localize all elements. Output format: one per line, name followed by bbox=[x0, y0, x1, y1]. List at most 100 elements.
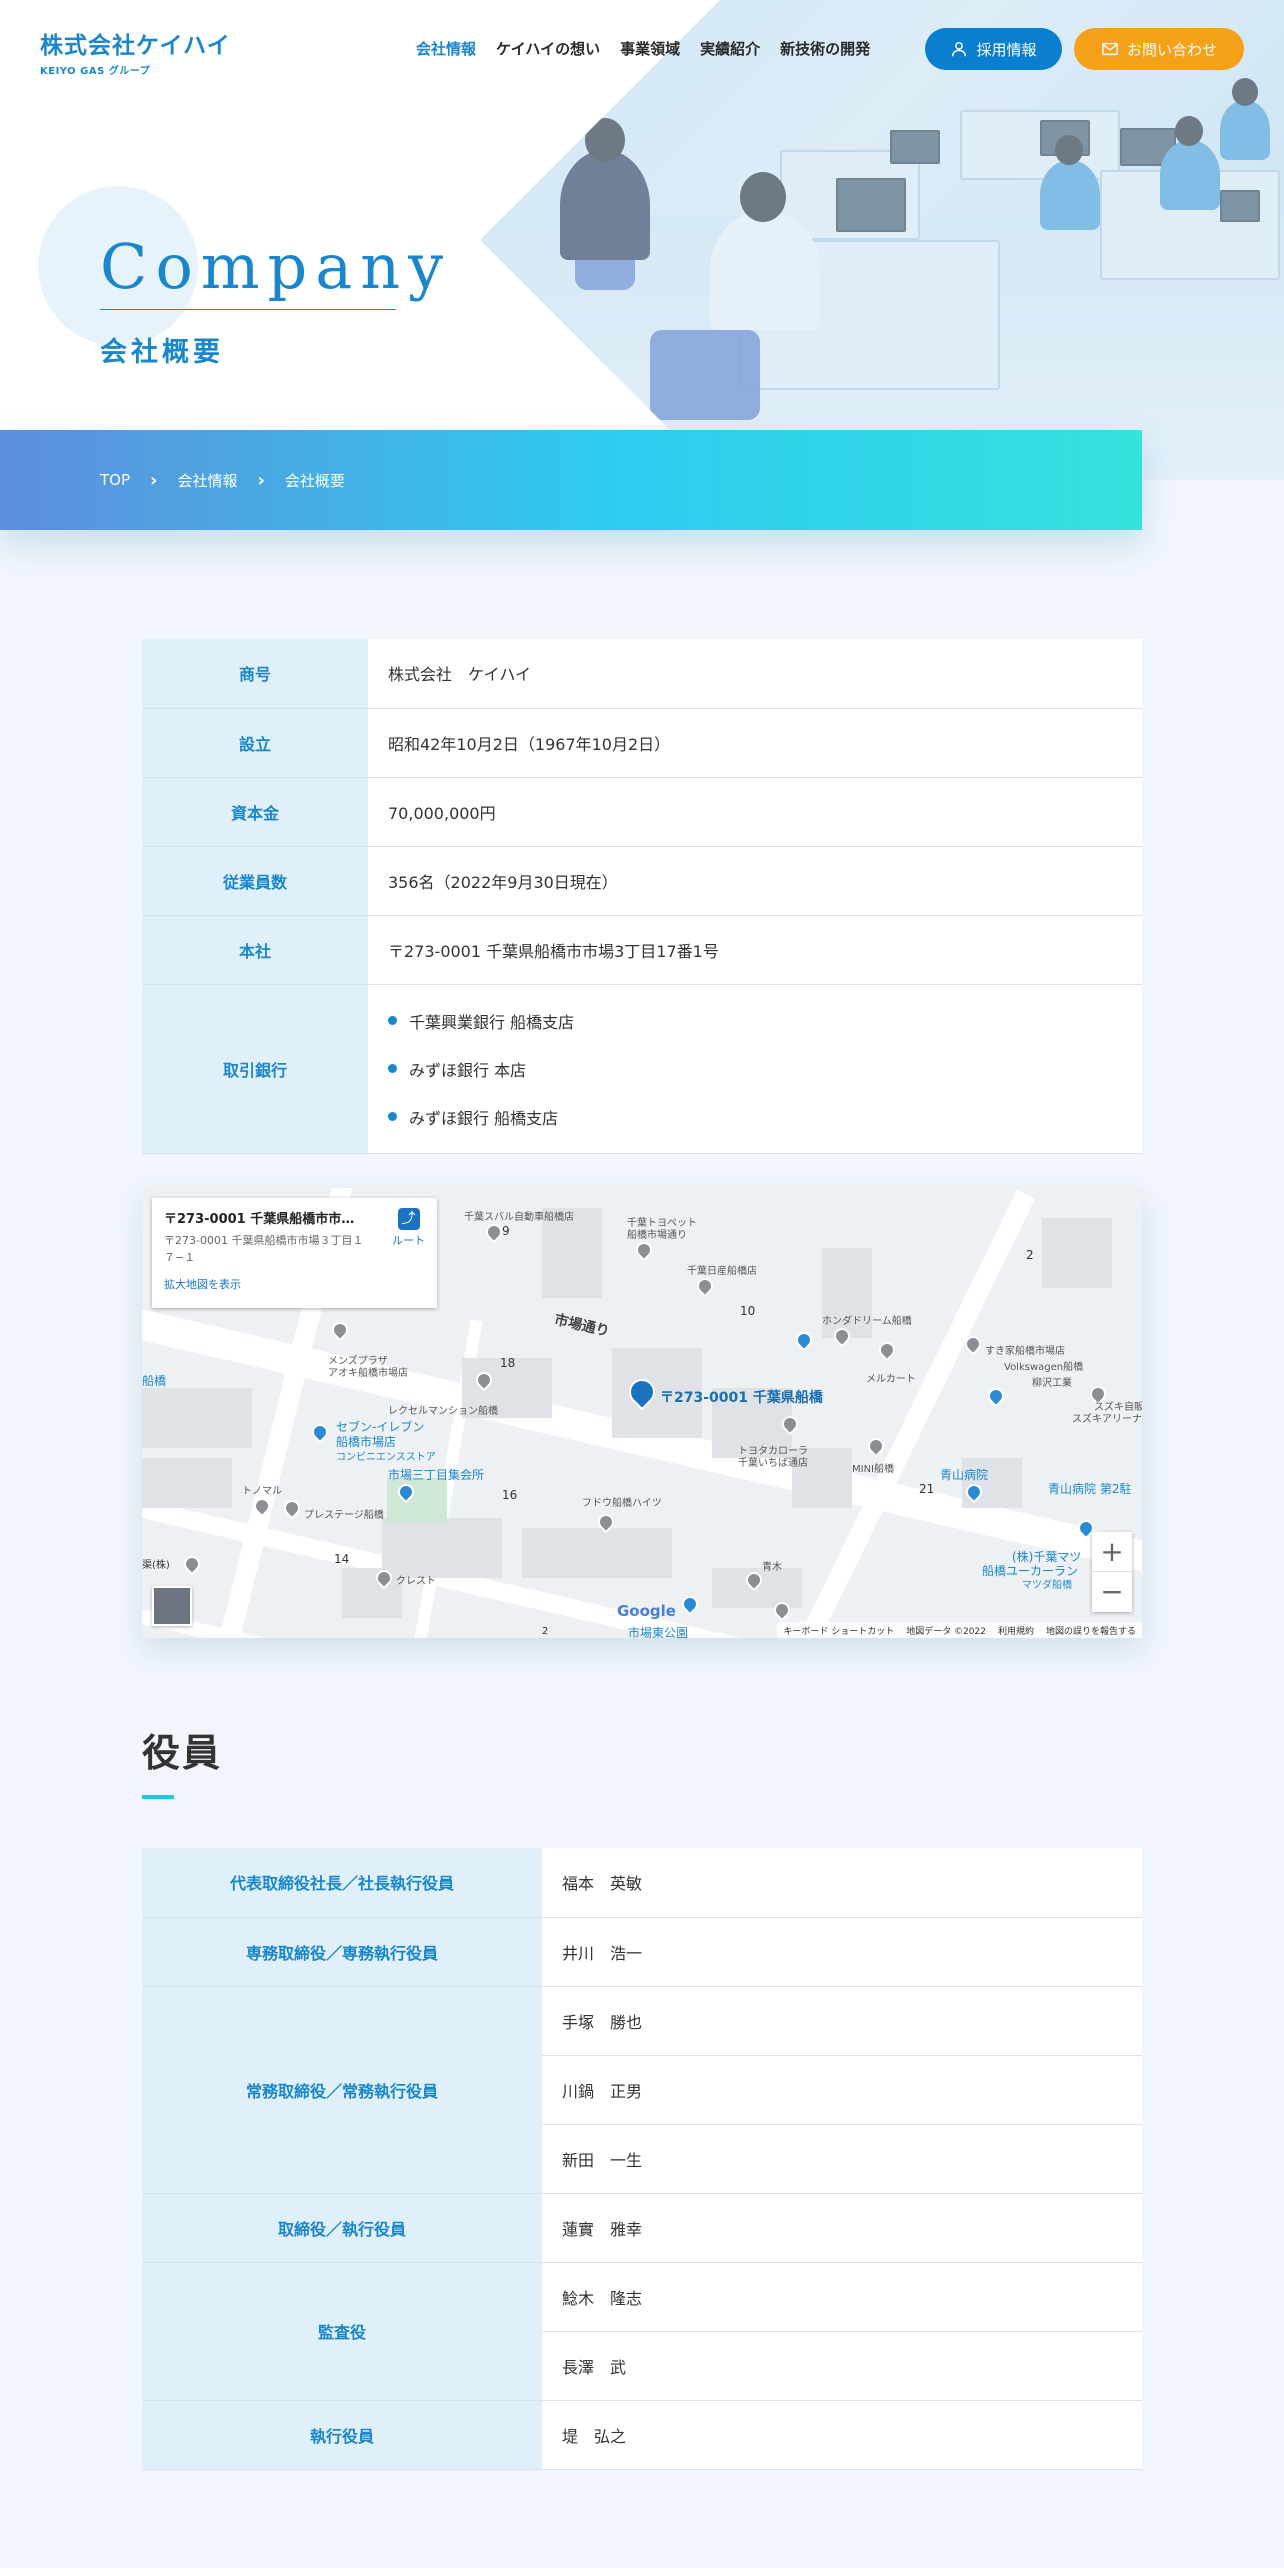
map-label: 青木 bbox=[762, 1562, 782, 1573]
table-row: 常務取締役／常務執行役員 手塚 勝也 bbox=[142, 1986, 1142, 2194]
map-pin-icon[interactable] bbox=[864, 1434, 888, 1458]
table-row: 商号 株式会社 ケイハイ bbox=[142, 639, 1142, 709]
breadcrumb-top[interactable]: TOP bbox=[100, 471, 130, 489]
company-logo[interactable]: 株式会社ケイハイ KEIYO GAS グループ bbox=[40, 26, 231, 77]
breadcrumb-current: 会社概要 bbox=[284, 471, 345, 490]
company-overview-table: 商号 株式会社 ケイハイ 設立 昭和42年10月2日（1967年10月2日） 資… bbox=[142, 639, 1142, 1154]
nav-works[interactable]: 実績紹介 bbox=[700, 38, 760, 59]
map-label: メルカート bbox=[866, 1374, 916, 1385]
park-icon[interactable] bbox=[678, 1592, 702, 1616]
list-item: 千葉興業銀行 船橋支店 bbox=[388, 997, 1142, 1045]
row-value: 70,000,000円 bbox=[368, 777, 1142, 847]
row-value: 昭和42年10月2日（1967年10月2日） bbox=[368, 708, 1142, 778]
row-label: 商号 bbox=[142, 639, 368, 709]
officer-name: 福本 英敏 bbox=[542, 1848, 1142, 1918]
row-value: 株式会社 ケイハイ bbox=[368, 639, 1142, 709]
logo-group-text: KEIYO GAS グループ bbox=[40, 66, 151, 77]
map-label: アオキ船橋市場店 bbox=[328, 1368, 408, 1379]
officer-name: 井川 浩一 bbox=[542, 1917, 1142, 1987]
map-info-address: 〒273-0001 千葉県船橋市市場３丁目１７−１ bbox=[164, 1234, 364, 1264]
route-label: ルート bbox=[392, 1234, 425, 1247]
title-underline bbox=[100, 309, 396, 310]
keyboard-shortcuts-link[interactable]: キーボード ショートカット bbox=[783, 1624, 894, 1637]
row-label: 資本金 bbox=[142, 777, 368, 847]
recruit-label: 採用情報 bbox=[976, 40, 1037, 59]
map-label: 千葉スバル自動車船橋店 bbox=[464, 1212, 574, 1223]
map-label: 18 bbox=[500, 1356, 516, 1370]
map-label: クレスト bbox=[396, 1576, 436, 1587]
nav-company[interactable]: 会社情報 bbox=[416, 38, 476, 59]
map-pin-icon[interactable] bbox=[280, 1496, 304, 1520]
officer-name: 蓮實 雅幸 bbox=[542, 2193, 1142, 2263]
officer-name: 堤 弘之 bbox=[542, 2400, 1142, 2470]
map-pin-icon[interactable] bbox=[875, 1338, 899, 1362]
hero-office-photo bbox=[480, 0, 1284, 480]
nav-business[interactable]: 事業領域 bbox=[620, 38, 680, 59]
table-row: 執行役員 堤 弘之 bbox=[142, 2400, 1142, 2470]
map-label: 10 bbox=[740, 1304, 756, 1318]
recruit-button[interactable]: 採用情報 bbox=[925, 28, 1062, 70]
map-label: レクセルマンション船橋 bbox=[388, 1406, 498, 1417]
table-row: 設立 昭和42年10月2日（1967年10月2日） bbox=[142, 708, 1142, 778]
report-error-link[interactable]: 地図の誤りを報告する bbox=[1046, 1624, 1136, 1637]
page-title-en: Company bbox=[100, 230, 452, 303]
row-value: 千葉興業銀行 船橋支店 みずほ銀行 本店 みずほ銀行 船橋支店 bbox=[368, 984, 1142, 1154]
officers-table: 代表取締役社長／社長執行役員 福本 英敏 専務取締役／専務執行役員 井川 浩一 … bbox=[142, 1848, 1142, 2470]
terms-link[interactable]: 利用規約 bbox=[998, 1624, 1034, 1637]
list-item: みずほ銀行 船橋支店 bbox=[388, 1093, 1142, 1141]
map-label: すき家船橋市場店 bbox=[985, 1346, 1065, 1357]
list-item: みずほ銀行 本店 bbox=[388, 1045, 1142, 1093]
nav-technology[interactable]: 新技術の開発 bbox=[780, 38, 870, 59]
breadcrumb-company-info[interactable]: 会社情報 bbox=[177, 470, 237, 491]
route-button[interactable]: ⤴ ルート bbox=[392, 1208, 425, 1248]
map-label: マツダ船橋 bbox=[1022, 1580, 1072, 1591]
logo-text: 株式会社ケイハイ bbox=[40, 33, 231, 59]
map-pin-icon[interactable] bbox=[693, 1274, 717, 1298]
map-label: 21 bbox=[919, 1482, 935, 1496]
table-row: 従業員数 356名（2022年9月30日現在） bbox=[142, 846, 1142, 916]
nav-philosophy[interactable]: ケイハイの想い bbox=[496, 38, 600, 59]
bank-list: 千葉興業銀行 船橋支店 みずほ銀行 本店 みずほ銀行 船橋支店 bbox=[388, 985, 1142, 1153]
map-label: 9 bbox=[502, 1224, 510, 1238]
shop-icon[interactable] bbox=[984, 1384, 1008, 1408]
table-row: 本社 〒273-0001 千葉県船橋市市場3丁目17番1号 bbox=[142, 915, 1142, 985]
person-icon bbox=[952, 41, 967, 57]
map-pin-icon[interactable] bbox=[180, 1552, 204, 1576]
zoom-in-button[interactable]: + bbox=[1092, 1532, 1132, 1572]
map-label: コンビニエンスストア bbox=[336, 1452, 436, 1463]
map-label: 船橋市場通り bbox=[627, 1230, 687, 1241]
satellite-toggle[interactable] bbox=[152, 1586, 192, 1626]
larger-map-link[interactable]: 拡大地図を表示 bbox=[164, 1276, 425, 1292]
table-row: 代表取締役社長／社長執行役員 福本 英敏 bbox=[142, 1848, 1142, 1918]
map-label: 柳沢工業 bbox=[1032, 1378, 1072, 1389]
map-label: 青山病院 bbox=[940, 1468, 989, 1482]
map-label: ホンダドリーム船橋 bbox=[822, 1316, 912, 1327]
map-label: 千葉いちば通店 bbox=[738, 1458, 808, 1469]
row-label: 従業員数 bbox=[142, 846, 368, 916]
zoom-control: + − bbox=[1092, 1532, 1132, 1612]
hero: 株式会社ケイハイ KEIYO GAS グループ 会社情報 ケイハイの想い 事業領… bbox=[0, 0, 1284, 480]
role-label: 常務取締役／常務執行役員 bbox=[142, 1986, 542, 2194]
map-label: 市場三丁目集会所 bbox=[388, 1468, 485, 1482]
map-pin-icon[interactable] bbox=[328, 1318, 352, 1342]
contact-button[interactable]: お問い合わせ bbox=[1074, 28, 1244, 70]
google-map[interactable]: 市場通り 千葉スバル自動車船橋店 千葉トヨペット 船橋市場通り 千葉日産船橋店 … bbox=[142, 1188, 1142, 1638]
role-label: 取締役／執行役員 bbox=[142, 2193, 542, 2263]
contact-label: お問い合わせ bbox=[1126, 40, 1217, 59]
map-label: 2 bbox=[542, 1626, 549, 1637]
parking-icon[interactable] bbox=[792, 1328, 816, 1352]
role-label: 代表取締役社長／社長執行役員 bbox=[142, 1848, 542, 1918]
map-pin-icon[interactable] bbox=[632, 1238, 656, 1262]
map-label: トノマル bbox=[242, 1486, 282, 1497]
page-title-ja: 会社概要 bbox=[100, 337, 224, 368]
table-row: 取締役／執行役員 蓮實 雅幸 bbox=[142, 2193, 1142, 2263]
row-value: 356名（2022年9月30日現在） bbox=[368, 846, 1142, 916]
zoom-out-button[interactable]: − bbox=[1092, 1572, 1132, 1612]
store-icon[interactable] bbox=[308, 1420, 332, 1444]
map-label: 青山病院 第2駐 bbox=[1048, 1482, 1132, 1496]
map-label: MINI船橋 bbox=[852, 1464, 895, 1475]
officer-name: 新田 一生 bbox=[542, 2124, 1142, 2194]
map-label: スズキアリーナ bbox=[1072, 1414, 1142, 1425]
row-label: 設立 bbox=[142, 708, 368, 778]
role-label: 執行役員 bbox=[142, 2400, 542, 2470]
